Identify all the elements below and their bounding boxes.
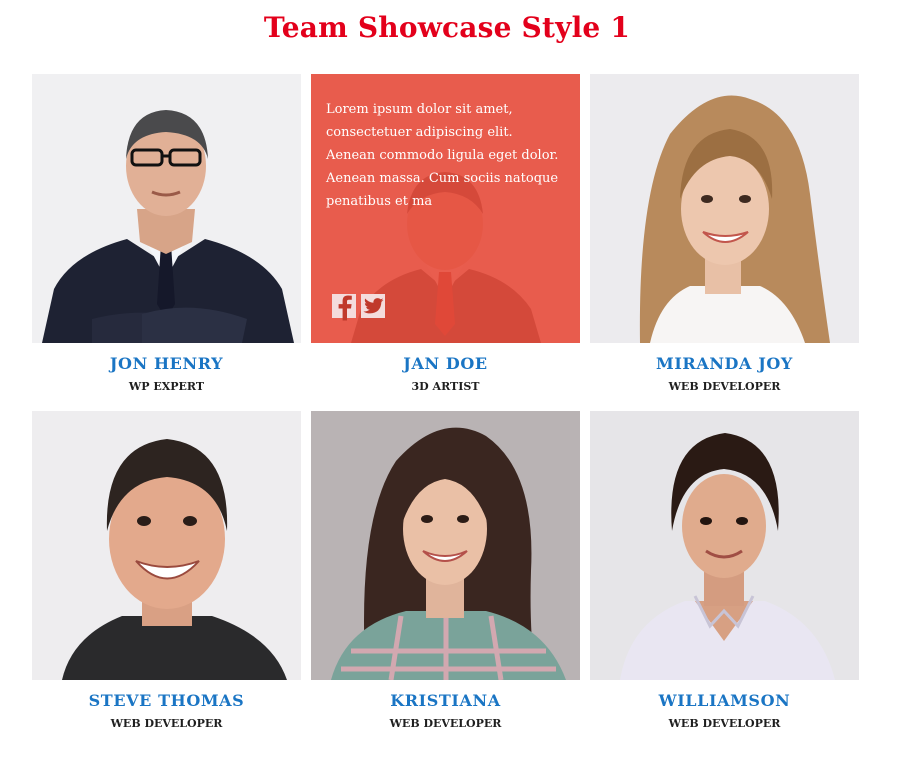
page-title: Team Showcase Style 1 (263, 11, 631, 44)
twitter-link[interactable] (361, 294, 385, 318)
member-name[interactable]: MIRANDA JOY (590, 354, 859, 374)
team-grid: JON HENRY WP EXPERT Lorem ipsum dolor si… (32, 74, 860, 748)
twitter-icon (363, 297, 384, 313)
young-man-photo (590, 411, 859, 680)
team-member-card[interactable]: KRISTIANA WEB DEVELOPER (311, 411, 580, 748)
member-name[interactable]: WILLIAMSON (590, 691, 859, 711)
member-photo[interactable] (32, 411, 301, 680)
member-role: WEB DEVELOPER (110, 717, 223, 730)
facebook-icon (338, 295, 352, 320)
member-name[interactable]: STEVE THOMAS (32, 691, 301, 711)
member-photo[interactable] (590, 411, 859, 680)
team-member-card[interactable]: Lorem ipsum dolor sit amet, consectetuer… (311, 74, 580, 411)
team-showcase-page: Team Showcase Style 1 JON HENRY WP EXPER… (0, 0, 898, 780)
member-hover-overlay: Lorem ipsum dolor sit amet, consectetuer… (311, 74, 580, 343)
man-in-suit-photo (32, 74, 301, 343)
member-name[interactable]: JAN DOE (311, 354, 580, 374)
member-photo[interactable] (311, 411, 580, 680)
member-photo[interactable] (32, 74, 301, 343)
member-role: 3D ARTIST (411, 380, 480, 393)
member-role: WP EXPERT (128, 380, 205, 393)
smiling-man-photo (32, 411, 301, 680)
smiling-woman-photo (311, 411, 580, 680)
member-role: WEB DEVELOPER (389, 717, 502, 730)
member-photo[interactable]: Lorem ipsum dolor sit amet, consectetuer… (311, 74, 580, 343)
member-photo[interactable] (590, 74, 859, 343)
team-member-card[interactable]: MIRANDA JOY WEB DEVELOPER (590, 74, 859, 411)
team-member-card[interactable]: WILLIAMSON WEB DEVELOPER (590, 411, 859, 748)
team-member-card[interactable]: STEVE THOMAS WEB DEVELOPER (32, 411, 301, 748)
team-member-card[interactable]: JON HENRY WP EXPERT (32, 74, 301, 411)
member-role: WEB DEVELOPER (668, 380, 781, 393)
smiling-woman-photo (590, 74, 859, 343)
facebook-link[interactable] (332, 294, 356, 320)
member-name[interactable]: KRISTIANA (311, 691, 580, 711)
member-name[interactable]: JON HENRY (32, 354, 301, 374)
social-links (332, 294, 385, 320)
member-role: WEB DEVELOPER (668, 717, 781, 730)
